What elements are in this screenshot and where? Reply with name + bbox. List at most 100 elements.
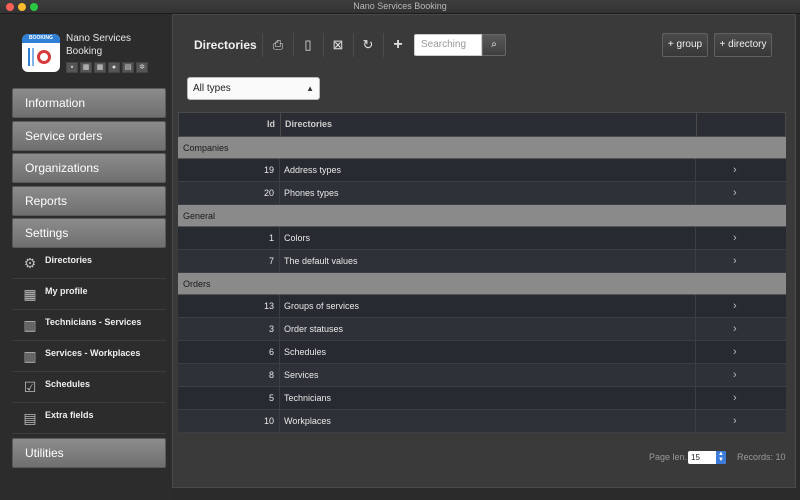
newspaper-icon: ▤ <box>23 410 37 426</box>
chevron-right-icon[interactable]: › <box>733 341 737 363</box>
cell-directory-name: Services <box>284 370 319 380</box>
menu-utilities-button[interactable]: Utilities <box>12 438 166 468</box>
chevron-right-icon[interactable]: › <box>733 159 737 181</box>
records-count: Records: 10 <box>737 452 786 462</box>
group-header: General <box>178 205 786 227</box>
sidebar-item-extra-fields[interactable]: ▤ Extra fields <box>12 403 166 434</box>
stepper-arrows-icon: ▲ ▼ <box>716 451 726 464</box>
calendar-check-icon: ☑ <box>23 379 37 395</box>
page-title: Directories <box>194 38 257 52</box>
chevron-right-icon[interactable]: › <box>733 182 737 204</box>
refresh-icon[interactable]: ↻ <box>353 29 383 61</box>
menu-settings-button[interactable]: Settings <box>12 218 166 248</box>
cell-id: 8 <box>268 370 274 380</box>
search-input[interactable]: Searching <box>414 34 482 56</box>
menu-reports-button[interactable]: Reports <box>12 186 166 216</box>
cell-directory-name: Phones types <box>284 188 339 198</box>
chevron-right-icon[interactable]: › <box>733 318 737 340</box>
cell-id: 1 <box>268 233 274 243</box>
print-icon[interactable]: ⎙ <box>263 29 293 61</box>
chevron-right-icon[interactable]: › <box>733 250 737 272</box>
cell-id: 7 <box>268 256 274 266</box>
app-logo-icon: BOOKING <box>22 34 60 72</box>
chevron-right-icon[interactable]: › <box>733 410 737 432</box>
table-row[interactable]: 7 The default values › <box>178 250 786 273</box>
table-row[interactable]: 5 Technicians › <box>178 387 786 410</box>
cell-directory-name: Groups of services <box>284 301 360 311</box>
brand: BOOKING Nano Services Booking ▪ ▦ ▦ ● ▤ … <box>14 28 168 94</box>
map-icon: ▥ <box>23 348 37 364</box>
sidebar-item-directories[interactable]: ⚙ Directories <box>12 248 166 279</box>
sidebar-item-technicians-services[interactable]: ▥ Technicians - Services <box>12 310 166 341</box>
page-length-select[interactable]: 15 ▲ ▼ <box>688 451 726 464</box>
table-row[interactable]: 6 Schedules › <box>178 341 786 364</box>
chevron-right-icon[interactable]: › <box>733 295 737 317</box>
group-header: Orders <box>178 273 786 295</box>
toolbar: Directories ⎙ ▯ ⊠ ↻ + Searching ⌕ + grou… <box>173 29 795 61</box>
column-header-id[interactable]: Id <box>179 113 275 136</box>
page-length-value: 15 <box>691 453 700 462</box>
sidebar-item-label: Extra fields <box>45 410 94 420</box>
table-header: Id Directories <box>178 112 786 137</box>
cell-id: 19 <box>263 165 274 175</box>
table-row[interactable]: 19 Address types › <box>178 159 786 182</box>
search-icon: ⌕ <box>491 39 497 50</box>
folder-icon[interactable]: ▪ <box>66 62 78 73</box>
sidebar-item-schedules[interactable]: ☑ Schedules <box>12 372 166 403</box>
type-filter-value: All types <box>193 83 231 94</box>
book-icon[interactable]: ▤ <box>122 62 134 73</box>
cell-id: 3 <box>268 324 274 334</box>
add-icon[interactable]: + <box>383 29 413 61</box>
table-row[interactable]: 3 Order statuses › <box>178 318 786 341</box>
cell-directory-name: Address types <box>284 165 342 175</box>
calendar-icon[interactable]: ▦ <box>80 62 92 73</box>
directories-table: Id Directories Companies 19 Address types ›… <box>178 112 786 433</box>
cell-id: 13 <box>263 301 274 311</box>
chevron-right-icon[interactable]: › <box>733 387 737 409</box>
sidebar-item-label: Services - Workplaces <box>45 348 141 358</box>
gears-icon: ⚙ <box>23 255 37 271</box>
document-icon[interactable]: ▯ <box>293 29 323 61</box>
menu-organizations-button[interactable]: Organizations <box>12 153 166 183</box>
table-row[interactable]: 13 Groups of services › <box>178 295 786 318</box>
sidebar-item-my-profile[interactable]: ▦ My profile <box>12 279 166 310</box>
sidebar-item-label: Technicians - Services <box>45 317 142 327</box>
cell-directory-name: The default values <box>284 256 358 266</box>
add-group-button[interactable]: + group <box>662 33 708 57</box>
sidebar-item-services-workplaces[interactable]: ▥ Services - Workplaces <box>12 341 166 372</box>
cell-directory-name: Order statuses <box>284 324 344 334</box>
page-length-label: Page len. <box>649 452 688 462</box>
table-row[interactable]: 8 Services › <box>178 364 786 387</box>
gears-icon[interactable]: ✲ <box>136 62 148 73</box>
cell-id: 10 <box>263 416 274 426</box>
sidebar-item-label: Directories <box>45 255 93 265</box>
cell-directory-name: Workplaces <box>284 416 331 426</box>
map-icon: ▥ <box>23 317 37 333</box>
search-button[interactable]: ⌕ <box>482 34 506 56</box>
add-directory-button[interactable]: + directory <box>714 33 772 57</box>
cell-id: 6 <box>268 347 274 357</box>
excel-icon[interactable]: ⊠ <box>323 29 353 61</box>
cell-directory-name: Technicians <box>284 393 332 403</box>
select-arrows-icon: ▲ <box>306 84 314 93</box>
menu-service-orders-button[interactable]: Service orders <box>12 121 166 151</box>
sidebar: BOOKING Nano Services Booking ▪ ▦ ▦ ● ▤ … <box>0 14 172 500</box>
sidebar-item-label: My profile <box>45 286 88 296</box>
grid-icon: ▦ <box>23 286 37 302</box>
table-row[interactable]: 10 Workplaces › <box>178 410 786 433</box>
table-body: Companies 19 Address types › 20 Phones types ›… <box>178 137 786 433</box>
user-icon[interactable]: ● <box>108 62 120 73</box>
table-footer: Page len. 15 ▲ ▼ Records: 10 <box>173 451 795 467</box>
column-header-directories[interactable]: Directories <box>285 113 332 136</box>
group-header: Companies <box>178 137 786 159</box>
calendar-icon[interactable]: ▦ <box>94 62 106 73</box>
settings-submenu: ⚙ Directories ▦ My profile ▥ Technicians… <box>12 248 166 434</box>
menu-information-button[interactable]: Information <box>12 88 166 118</box>
table-row[interactable]: 1 Colors › <box>178 227 786 250</box>
type-filter-select[interactable]: All types ▲ <box>187 77 320 100</box>
cell-directory-name: Schedules <box>284 347 327 357</box>
table-row[interactable]: 20 Phones types › <box>178 182 786 205</box>
chevron-right-icon[interactable]: › <box>733 364 737 386</box>
cell-directory-name: Colors <box>284 233 311 243</box>
chevron-right-icon[interactable]: › <box>733 227 737 249</box>
